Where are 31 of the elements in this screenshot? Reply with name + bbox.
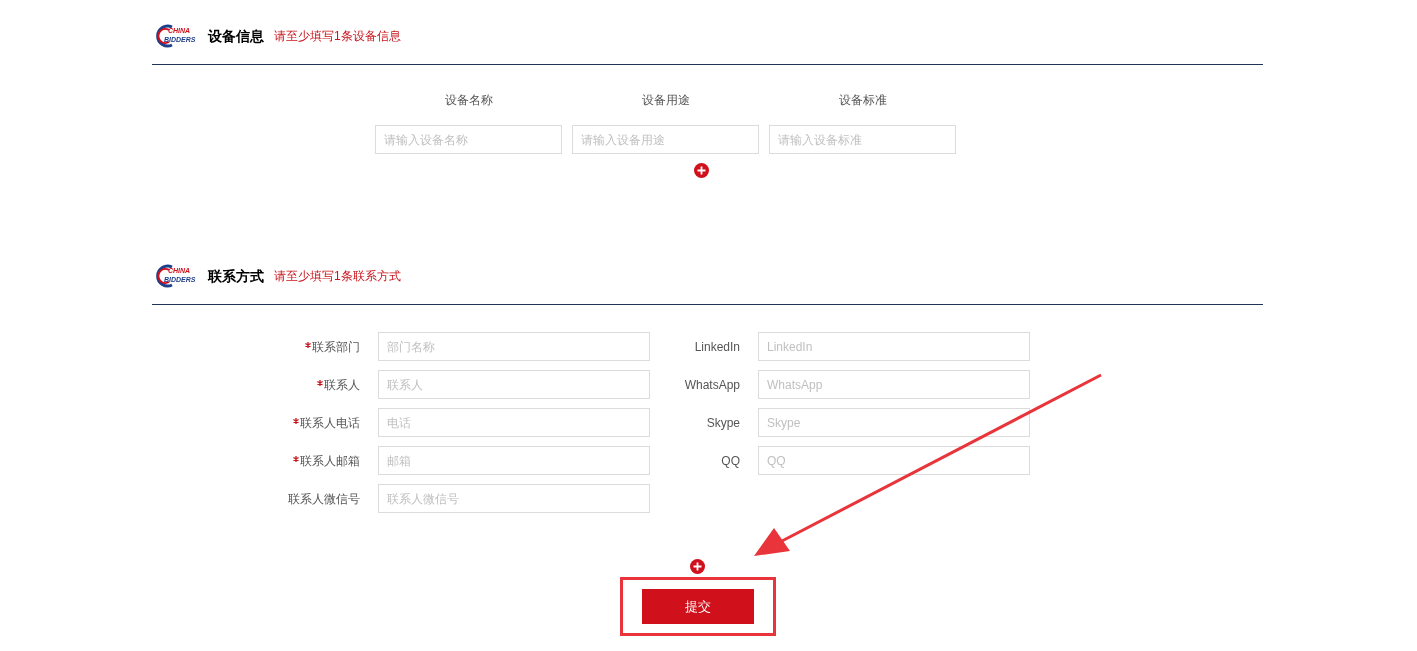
field-label: QQ: [721, 452, 740, 470]
input-field[interactable]: Skype: [758, 408, 1030, 437]
field-label: 联系人微信号: [288, 490, 360, 508]
field-label: 联系人电话: [300, 414, 360, 432]
field-label: 联系人邮箱: [300, 452, 360, 470]
section-title: 设备信息: [208, 26, 264, 46]
add-icon[interactable]: [694, 163, 709, 178]
section-hint: 请至少填写1条联系方式: [274, 268, 401, 285]
input-field[interactable]: LinkedIn: [758, 332, 1030, 361]
input-field[interactable]: 请输入设备标准: [769, 125, 956, 154]
input-field[interactable]: QQ: [758, 446, 1030, 475]
input-field[interactable]: WhatsApp: [758, 370, 1030, 399]
input-field[interactable]: 请输入设备名称: [375, 125, 562, 154]
input-field[interactable]: 部门名称: [378, 332, 650, 361]
column-label: 设备名称: [444, 92, 493, 109]
input-field[interactable]: 联系人微信号: [378, 484, 650, 513]
submit-button[interactable]: 提交: [641, 589, 754, 624]
section-hint: 请至少填写1条设备信息: [274, 28, 401, 45]
column-label: 设备用途: [641, 92, 690, 109]
field-label: 联系部门: [312, 338, 360, 356]
section-title: 联系方式: [208, 266, 264, 286]
input-field[interactable]: 联系人: [378, 370, 650, 399]
column-label: 设备标准: [838, 92, 887, 109]
field-label: 联系人: [324, 376, 360, 394]
field-label: Skype: [706, 414, 740, 432]
input-field[interactable]: 请输入设备用途: [572, 125, 759, 154]
input-field[interactable]: 电话: [378, 408, 650, 437]
add-icon[interactable]: [690, 559, 705, 574]
field-label: LinkedIn: [694, 338, 740, 356]
field-label: WhatsApp: [684, 376, 740, 394]
input-field[interactable]: 邮箱: [378, 446, 650, 475]
